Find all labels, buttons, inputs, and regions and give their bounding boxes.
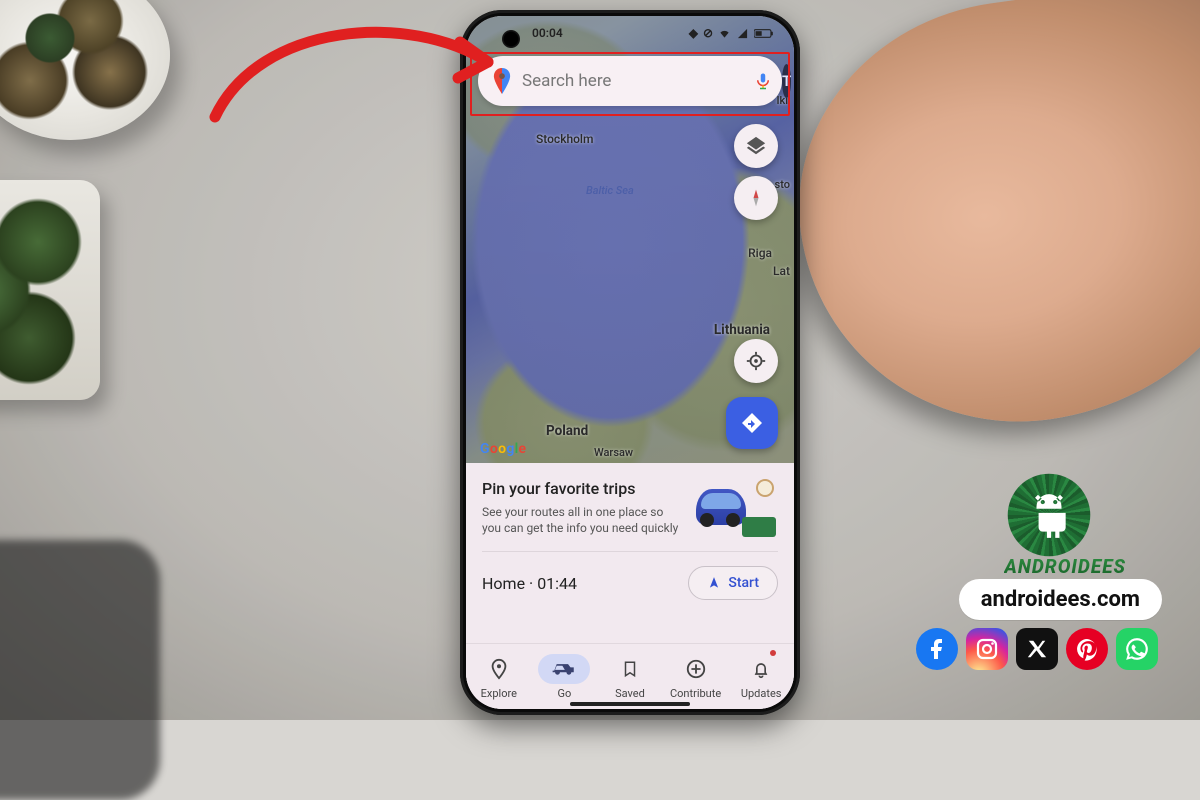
- start-label: Start: [728, 575, 759, 591]
- layers-icon: [745, 135, 767, 157]
- map-label-poland: Poland: [546, 423, 588, 439]
- instagram-icon[interactable]: [966, 628, 1008, 670]
- google-logo: Google: [480, 441, 526, 457]
- pinterest-icon[interactable]: [1066, 628, 1108, 670]
- nav-go[interactable]: Go: [532, 644, 598, 709]
- bell-icon: [751, 658, 771, 680]
- camera-punch-hole: [502, 30, 520, 48]
- x-twitter-icon[interactable]: [1016, 628, 1058, 670]
- desk-plant-bottom: [0, 180, 100, 400]
- phone-screen: 00:04 ◆ ⊘ Baltic Sea Stockholm Riga: [466, 16, 794, 709]
- android-icon: [1024, 490, 1074, 540]
- map-label-est: sto: [775, 178, 790, 191]
- pin-trips-card: Pin your favorite trips See your routes …: [482, 479, 778, 552]
- trips-illustration: [696, 479, 776, 537]
- maps-pin-icon: [492, 68, 512, 94]
- brand-name-text: ANDROIDEES: [1004, 555, 1126, 578]
- nav-updates-label: Updates: [741, 687, 782, 700]
- pin-icon: [488, 658, 510, 680]
- map-label-lithuania: Lithuania: [714, 322, 770, 338]
- battery-icon: [754, 28, 774, 39]
- sheet-subtitle: See your routes all in one place so you …: [482, 504, 682, 536]
- bookmark-icon: [621, 658, 639, 680]
- start-navigation-button[interactable]: Start: [688, 566, 778, 600]
- facebook-icon[interactable]: [916, 628, 958, 670]
- gesture-nav-bar[interactable]: [570, 702, 690, 706]
- microphone-icon: [754, 70, 772, 92]
- compass-button[interactable]: [734, 176, 778, 220]
- nav-contribute[interactable]: Contribute: [663, 644, 729, 709]
- brand-logo: [1006, 472, 1092, 558]
- compass-icon: [746, 188, 766, 208]
- location-icon: ◆: [689, 26, 698, 40]
- avatar-initial: T: [782, 72, 791, 90]
- status-icons: ◆ ⊘: [689, 26, 774, 40]
- home-destination-row[interactable]: Home · 01:44 Start: [482, 552, 778, 610]
- car-icon: [551, 659, 577, 679]
- sheet-title: Pin your favorite trips: [482, 479, 682, 498]
- nav-saved[interactable]: Saved: [597, 644, 663, 709]
- directions-fab[interactable]: [726, 397, 778, 449]
- nav-explore[interactable]: Explore: [466, 644, 532, 709]
- desk-plant-top: [0, 0, 170, 140]
- notification-dot: [770, 650, 776, 656]
- search-bar[interactable]: T: [478, 56, 782, 106]
- status-time: 00:04: [532, 26, 563, 40]
- dnd-icon: ⊘: [703, 26, 713, 40]
- map-label-stockholm: Stockholm: [536, 132, 593, 146]
- my-location-button[interactable]: [734, 339, 778, 383]
- social-icons-row: [916, 628, 1158, 670]
- nav-saved-label: Saved: [615, 687, 645, 700]
- nav-updates[interactable]: Updates: [728, 644, 794, 709]
- phone-frame: 00:04 ◆ ⊘ Baltic Sea Stockholm Riga: [460, 10, 800, 715]
- directions-icon: [740, 411, 764, 435]
- home-destination-label: Home · 01:44: [482, 574, 577, 593]
- map-label-warsaw: Warsaw: [594, 446, 633, 459]
- nav-contribute-label: Contribute: [670, 687, 721, 700]
- map-label-lat: Lat: [773, 264, 790, 278]
- signal-icon: [736, 28, 749, 39]
- layers-button[interactable]: [734, 124, 778, 168]
- map-label-riga: Riga: [748, 246, 772, 260]
- navigation-arrow-icon: [707, 576, 721, 590]
- desk-shadow: [0, 540, 160, 800]
- nav-go-label: Go: [558, 687, 572, 700]
- map-label-baltic-sea: Baltic Sea: [586, 184, 634, 197]
- wifi-icon: [718, 28, 731, 39]
- bottom-navigation: Explore Go Saved Contribute Updates: [466, 643, 794, 709]
- plus-circle-icon: [685, 658, 707, 680]
- crosshair-icon: [745, 350, 767, 372]
- nav-explore-label: Explore: [481, 687, 517, 700]
- brand-url-pill: androidees.com: [959, 579, 1162, 620]
- voice-search-button[interactable]: [754, 66, 772, 96]
- search-input[interactable]: [522, 71, 744, 91]
- whatsapp-icon[interactable]: [1116, 628, 1158, 670]
